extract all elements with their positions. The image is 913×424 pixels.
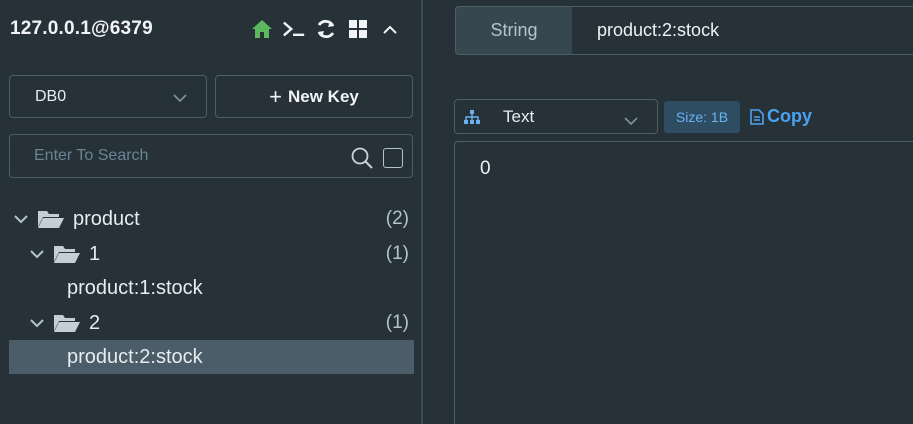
search-icon[interactable] (350, 146, 374, 175)
folder-open-icon (53, 313, 81, 333)
key-name-value: product:2:stock (597, 20, 720, 40)
tree-label: product (73, 207, 140, 230)
chevron-up-icon[interactable] (378, 17, 402, 41)
key-type-tag: String (455, 6, 573, 55)
chevron-down-icon (623, 111, 639, 131)
tree-label: 2 (89, 311, 101, 334)
tree-label: 1 (89, 242, 101, 265)
chevron-down-icon[interactable] (13, 214, 29, 224)
tree-label: product:2:stock (67, 345, 203, 368)
key-type-label: String (490, 20, 538, 40)
chevron-down-icon[interactable] (29, 318, 45, 328)
size-tag: Size: 1B (664, 101, 740, 133)
connection-title: 127.0.0.1@6379 (10, 18, 153, 39)
db-select[interactable]: DB0 (9, 75, 207, 118)
value-text: 0 (480, 158, 491, 179)
tree-label: product:1:stock (67, 276, 203, 299)
tree-count: (2) (385, 208, 409, 229)
tree-folder-product[interactable]: product (2) (9, 202, 414, 236)
key-name-input[interactable]: product:2:stock (572, 6, 913, 55)
copy-button[interactable]: Copy (750, 106, 812, 127)
format-select[interactable]: Text (454, 99, 658, 134)
connection-toolbar (250, 17, 410, 41)
exact-search-checkbox[interactable] (383, 148, 403, 168)
tree-key-product-2-stock[interactable]: product:2:stock (9, 340, 414, 374)
folder-open-icon (37, 209, 65, 229)
new-key-label: New Key (287, 86, 359, 106)
plus-icon: + (269, 83, 282, 109)
tree-folder-1[interactable]: 1 (1) (9, 237, 414, 271)
new-key-button[interactable]: + New Key (215, 75, 413, 118)
tree-count: (1) (385, 243, 409, 264)
refresh-icon[interactable] (314, 17, 338, 41)
size-label: Size: 1B (675, 109, 729, 125)
sidebar-panel: 127.0.0.1@6379 DB0 + New Key Enter To Se… (0, 0, 421, 424)
chevron-down-icon[interactable] (29, 249, 45, 259)
tree-folder-2[interactable]: 2 (1) (9, 306, 414, 340)
db-select-value: DB0 (35, 87, 67, 105)
search-box (9, 134, 413, 178)
panel-resize-handle[interactable] (421, 0, 423, 424)
copy-label: Copy (767, 106, 812, 126)
chevron-down-icon (172, 90, 188, 108)
sitemap-icon (463, 109, 481, 130)
value-editor[interactable]: 0 (454, 141, 913, 424)
format-select-value: Text (503, 106, 535, 126)
document-icon (750, 108, 764, 125)
terminal-icon[interactable] (282, 17, 306, 41)
tree-key-product-1-stock[interactable]: product:1:stock (9, 271, 414, 305)
tree-count: (1) (385, 312, 409, 333)
home-icon[interactable] (250, 17, 274, 41)
folder-open-icon (53, 244, 81, 264)
grid-icon[interactable] (346, 17, 370, 41)
search-input[interactable] (34, 135, 334, 177)
